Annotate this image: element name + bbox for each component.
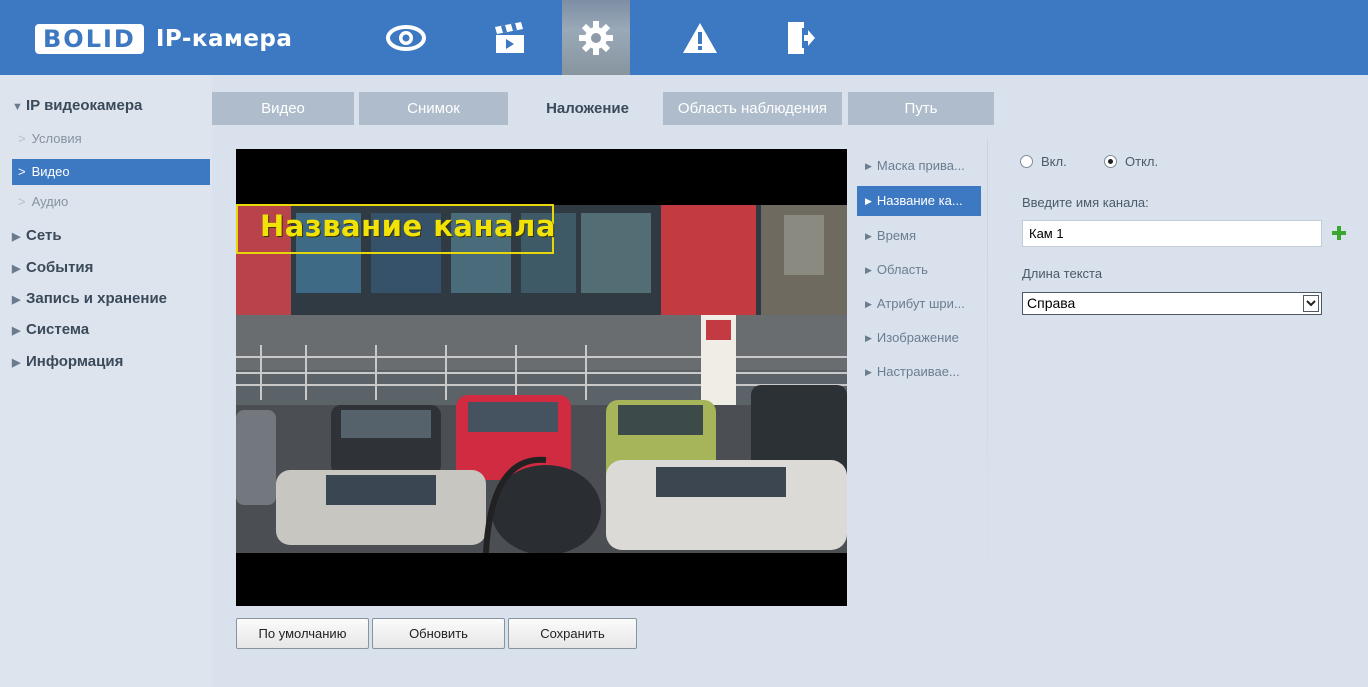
caret-right-icon: ▶ (865, 231, 872, 241)
radio-enable-label: Вкл. (1041, 154, 1067, 169)
main-panel: Видео Снимок Наложение Область наблюдени… (212, 75, 1368, 687)
sidebar-section-label: События (26, 259, 94, 276)
nav-playback-button[interactable] (476, 0, 544, 75)
logo: BOLID IP-камера (35, 23, 292, 55)
tab-video[interactable]: Видео (212, 92, 354, 125)
tab-overlay[interactable]: Наложение (514, 92, 661, 125)
sidebar-section-network[interactable]: ▶ Сеть (0, 221, 212, 251)
nav-live-button[interactable] (372, 0, 440, 75)
clapperboard-icon (495, 21, 524, 53)
submenu-label: Атрибут шри... (876, 296, 965, 311)
submenu-font-attribute[interactable]: ▶ Атрибут шри... (857, 289, 981, 319)
sidebar-item-conditions[interactable]: > Условия (12, 126, 210, 152)
submenu-label: Область (876, 262, 928, 277)
submenu-label: Время (876, 228, 917, 243)
submenu-image[interactable]: ▶ Изображение (857, 323, 981, 353)
sidebar-item-label: Условия (31, 131, 82, 146)
sidebar-section-label: Сеть (26, 227, 62, 244)
sidebar-item-label: Видео (31, 164, 70, 179)
nav-logout-button[interactable] (766, 0, 834, 75)
caret-right-icon: ▶ (865, 367, 872, 377)
camera-scene-image (236, 205, 847, 553)
submenu-region[interactable]: ▶ Область (857, 255, 981, 285)
overlay-settings: Название канала ▶ Маска прива... ▶ Названи… (212, 125, 1368, 687)
logo-brand: BOLID (35, 24, 144, 54)
submenu-label: Название ка... (876, 193, 963, 208)
osd-channel-name-text: Название канала (260, 209, 556, 243)
tab-snapshot[interactable]: Снимок (359, 92, 508, 125)
collapsed-triangle-icon: ▶ (12, 325, 21, 337)
collapsed-triangle-icon: ▶ (12, 263, 21, 275)
sidebar-section-label: Система (26, 321, 90, 338)
caret-right-icon: ▶ (865, 196, 872, 206)
collapsed-triangle-icon: ▶ (12, 231, 21, 243)
sidebar-item-video[interactable]: > Видео (12, 159, 210, 185)
refresh-button[interactable]: Обновить (372, 618, 505, 649)
caret-right-icon: ▶ (865, 333, 872, 343)
expanded-triangle-icon: ▼ (12, 101, 23, 113)
save-button[interactable]: Сохранить (508, 618, 637, 649)
radio-circle-selected[interactable] (1104, 155, 1117, 168)
submenu-label: Изображение (876, 330, 959, 345)
radio-disable[interactable]: Откл. (1104, 154, 1158, 169)
chevron-right-icon: > (18, 131, 26, 146)
collapsed-triangle-icon: ▶ (12, 294, 21, 306)
channel-name-label: Введите имя канала: (1022, 195, 1149, 210)
radio-circle[interactable] (1020, 155, 1033, 168)
sidebar-section-label: Информация (26, 353, 124, 370)
radio-disable-label: Откл. (1125, 154, 1159, 169)
nav-settings-button[interactable] (562, 0, 630, 75)
add-plus-icon[interactable] (1330, 224, 1348, 242)
eye-icon (386, 24, 426, 51)
text-align-label: Длина текста (1022, 266, 1103, 281)
caret-right-icon: ▶ (865, 265, 872, 275)
sidebar-section-info[interactable]: ▶ Информация (0, 347, 212, 377)
chevron-right-icon: > (18, 164, 26, 179)
gear-icon (579, 20, 613, 55)
chevron-right-icon: > (18, 194, 26, 209)
tab-roi[interactable]: Область наблюдения (663, 92, 842, 125)
submenu-channel-name[interactable]: ▶ Название ка... (857, 186, 981, 216)
sidebar-section-system[interactable]: ▶ Система (0, 315, 212, 345)
chevron-down-icon[interactable] (1303, 295, 1319, 312)
sidebar-section-label: Запись и хранение (26, 290, 168, 307)
tab-bar: Видео Снимок Наложение Область наблюдени… (212, 92, 997, 125)
logout-icon (788, 21, 815, 54)
text-align-value: Справа (1027, 295, 1076, 311)
submenu-label: Маска прива... (876, 158, 965, 173)
sidebar: ▼ IP видеокамера > Условия > Видео > Аудио ▶… (0, 75, 212, 687)
sidebar-item-audio[interactable]: > Аудио (12, 189, 210, 215)
collapsed-triangle-icon: ▶ (12, 357, 21, 369)
caret-right-icon: ▶ (865, 299, 872, 309)
warning-icon (683, 22, 717, 53)
submenu-label: Настраивае... (876, 364, 960, 379)
text-align-select[interactable]: Справа (1022, 292, 1322, 315)
logo-title: IP-камера (155, 26, 293, 52)
submenu-time[interactable]: ▶ Время (857, 221, 981, 251)
top-bar: BOLID IP-камера (0, 0, 1368, 75)
caret-right-icon: ▶ (865, 161, 872, 171)
sidebar-item-label: Аудио (31, 194, 69, 209)
submenu-privacy-mask[interactable]: ▶ Маска прива... (857, 151, 981, 181)
sidebar-section-label: IP видеокамера (26, 97, 143, 114)
default-button[interactable]: По умолчанию (236, 618, 369, 649)
sidebar-section-storage[interactable]: ▶ Запись и хранение (0, 284, 212, 314)
tab-path[interactable]: Путь (848, 92, 994, 125)
divider (987, 139, 988, 609)
submenu-custom[interactable]: ▶ Настраивае... (857, 357, 981, 387)
nav-alarm-button[interactable] (666, 0, 734, 75)
sidebar-section-ip-camera[interactable]: ▼ IP видеокамера (0, 91, 212, 121)
video-preview: Название канала (236, 149, 847, 606)
channel-name-input[interactable]: Кам 1 (1022, 220, 1322, 247)
radio-enable[interactable]: Вкл. (1020, 154, 1067, 169)
sidebar-section-events[interactable]: ▶ События (0, 253, 212, 283)
